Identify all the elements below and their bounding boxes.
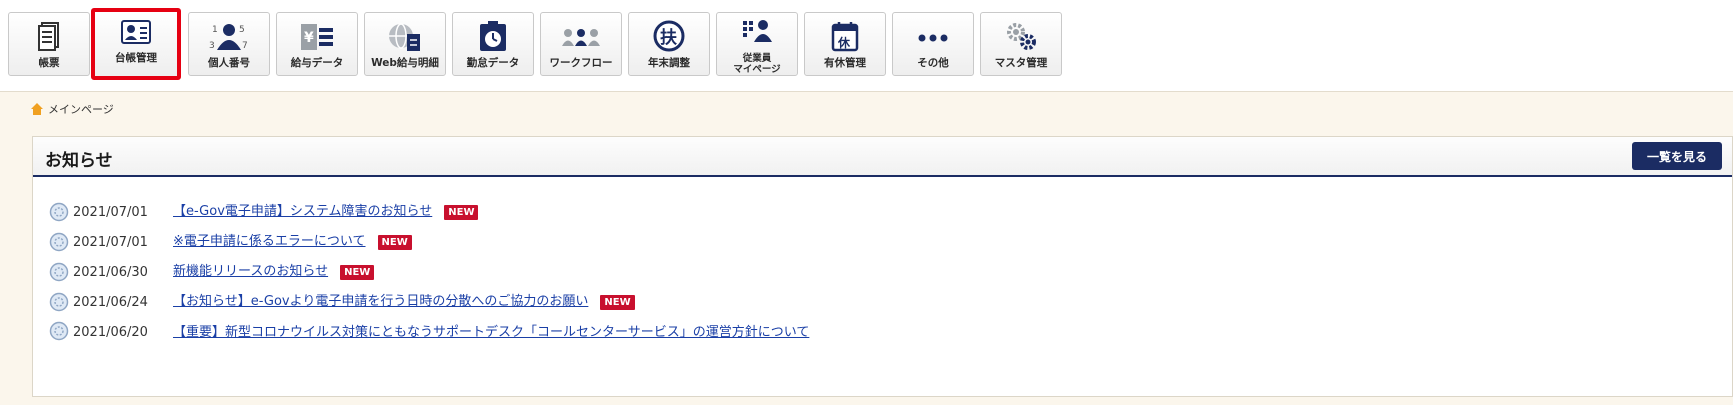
svg-text:休: 休 — [837, 35, 851, 50]
notice-date: 2021/06/24 — [73, 294, 148, 310]
toolbar-button-my-number[interactable]: 1 5 3 7 個人番号 — [188, 12, 270, 76]
toolbar-button-ledger[interactable]: 台帳管理 — [91, 8, 181, 80]
notice-bullet-icon — [49, 321, 69, 341]
new-badge: NEW — [377, 234, 412, 250]
notice-bullet-icon — [49, 262, 69, 282]
yen-list-icon: ¥ — [301, 24, 333, 50]
ledger-card-icon — [121, 20, 151, 44]
toolbar-button-paid-leave[interactable]: 休 有休管理 — [804, 12, 886, 76]
breadcrumb-home-label[interactable]: メインページ — [48, 101, 114, 117]
list-item: 2021/06/30 新機能リリースのお知らせ NEW — [49, 257, 1712, 287]
fu-circle-icon: 扶 — [653, 20, 685, 52]
svg-text:3: 3 — [209, 41, 215, 51]
toolbar-button-workflow[interactable]: ワークフロー — [540, 12, 622, 76]
notice-bullet-icon — [49, 292, 69, 312]
toolbar-button-master-management[interactable]: マスタ管理 — [980, 12, 1062, 76]
toolbar-label: 給与データ — [290, 57, 344, 69]
toolbar-label: 従業員 マイページ — [717, 53, 797, 75]
notice-link[interactable]: 新機能リリースのお知らせ — [173, 262, 328, 282]
notices-header: お知らせ 一覧を見る — [33, 137, 1732, 177]
svg-text:5: 5 — [239, 25, 245, 35]
gears-icon — [1007, 23, 1036, 50]
notice-link[interactable]: 【重要】新型コロナウイルス対策にともなうサポートデスク「コールセンターサービス」… — [173, 323, 809, 343]
employee-mypage-icon — [743, 20, 772, 42]
new-badge: NEW — [444, 204, 479, 220]
toolbar-button-payroll-data[interactable]: ¥ 給与データ — [276, 12, 358, 76]
notice-date: 2021/06/20 — [73, 325, 148, 340]
list-item: 2021/06/24 【お知らせ】e-Govより電子申請を行う日時の分散へのご協… — [49, 287, 1712, 317]
toolbar-label: 年末調整 — [648, 57, 690, 69]
toolbar-label: マスタ管理 — [994, 57, 1048, 69]
toolbar-label: 個人番号 — [208, 57, 250, 69]
new-badge: NEW — [600, 294, 635, 310]
toolbar-label: 台帳管理 — [115, 52, 157, 64]
svg-text:扶: 扶 — [660, 27, 677, 48]
toolbar-button-employee-mypage[interactable]: 従業員 マイページ — [716, 12, 798, 76]
document-list-icon — [38, 22, 59, 51]
attendance-clock-icon — [480, 21, 506, 51]
breadcrumb: メインページ — [30, 100, 114, 118]
toolbar-button-reports[interactable]: 帳票 — [8, 12, 90, 76]
main-toolbar: 帳票 台帳管理 1 5 3 7 個人番号 ¥ 給与データ Web給与明細 勤怠デ… — [0, 0, 1733, 92]
notice-date: 2021/07/01 — [73, 234, 148, 250]
svg-text:1: 1 — [212, 25, 218, 35]
toolbar-label: 有休管理 — [824, 57, 866, 69]
leave-calendar-icon: 休 — [831, 22, 859, 52]
svg-text:¥: ¥ — [304, 30, 314, 46]
list-item: 2021/07/01 【e-Gov電子申請】システム障害のお知らせ NEW — [49, 197, 1712, 227]
toolbar-label-line1: 従業員 — [742, 53, 772, 64]
notice-link[interactable]: 【お知らせ】e-Govより電子申請を行う日時の分散へのご協力のお願い — [173, 292, 588, 312]
new-badge: NEW — [340, 264, 375, 280]
notices-panel: お知らせ 一覧を見る 2021/07/01 【e-Gov電子申請】システム障害の… — [32, 136, 1733, 397]
toolbar-button-year-end-adjustment[interactable]: 扶 年末調整 — [628, 12, 710, 76]
list-item: 2021/07/01 ※電子申請に係るエラーについて NEW — [49, 227, 1712, 257]
view-all-button[interactable]: 一覧を見る — [1632, 142, 1722, 170]
home-icon[interactable] — [30, 102, 44, 116]
toolbar-label: ワークフロー — [549, 57, 613, 69]
toolbar-button-attendance[interactable]: 勤怠データ — [452, 12, 534, 76]
toolbar-label: Web給与明細 — [371, 57, 439, 69]
person-number-icon: 1 5 3 7 — [209, 24, 248, 51]
notices-list: 2021/07/01 【e-Gov電子申請】システム障害のお知らせ NEW 20… — [49, 197, 1712, 367]
toolbar-label: 帳票 — [38, 57, 60, 69]
toolbar-button-web-payslip[interactable]: Web給与明細 — [364, 12, 446, 76]
list-item: 2021/06/20 【重要】新型コロナウイルス対策にともなうサポートデスク「コ… — [49, 317, 1712, 367]
globe-document-icon — [389, 23, 420, 51]
notice-date: 2021/07/01 — [73, 204, 148, 220]
notice-date: 2021/06/30 — [73, 264, 148, 280]
notices-title: お知らせ — [45, 151, 113, 171]
notice-link[interactable]: ※電子申請に係るエラーについて — [173, 232, 366, 252]
svg-text:7: 7 — [242, 41, 248, 51]
toolbar-label: 勤怠データ — [466, 57, 520, 69]
toolbar-label: その他 — [917, 57, 949, 69]
notice-link[interactable]: 【e-Gov電子申請】システム障害のお知らせ — [173, 202, 432, 222]
toolbar-button-others[interactable]: その他 — [892, 12, 974, 76]
toolbar-label-line2: マイページ — [733, 64, 781, 75]
notice-bullet-icon — [49, 202, 69, 222]
notice-bullet-icon — [49, 232, 69, 252]
more-dots-icon — [918, 34, 948, 42]
workflow-people-icon — [562, 29, 600, 46]
